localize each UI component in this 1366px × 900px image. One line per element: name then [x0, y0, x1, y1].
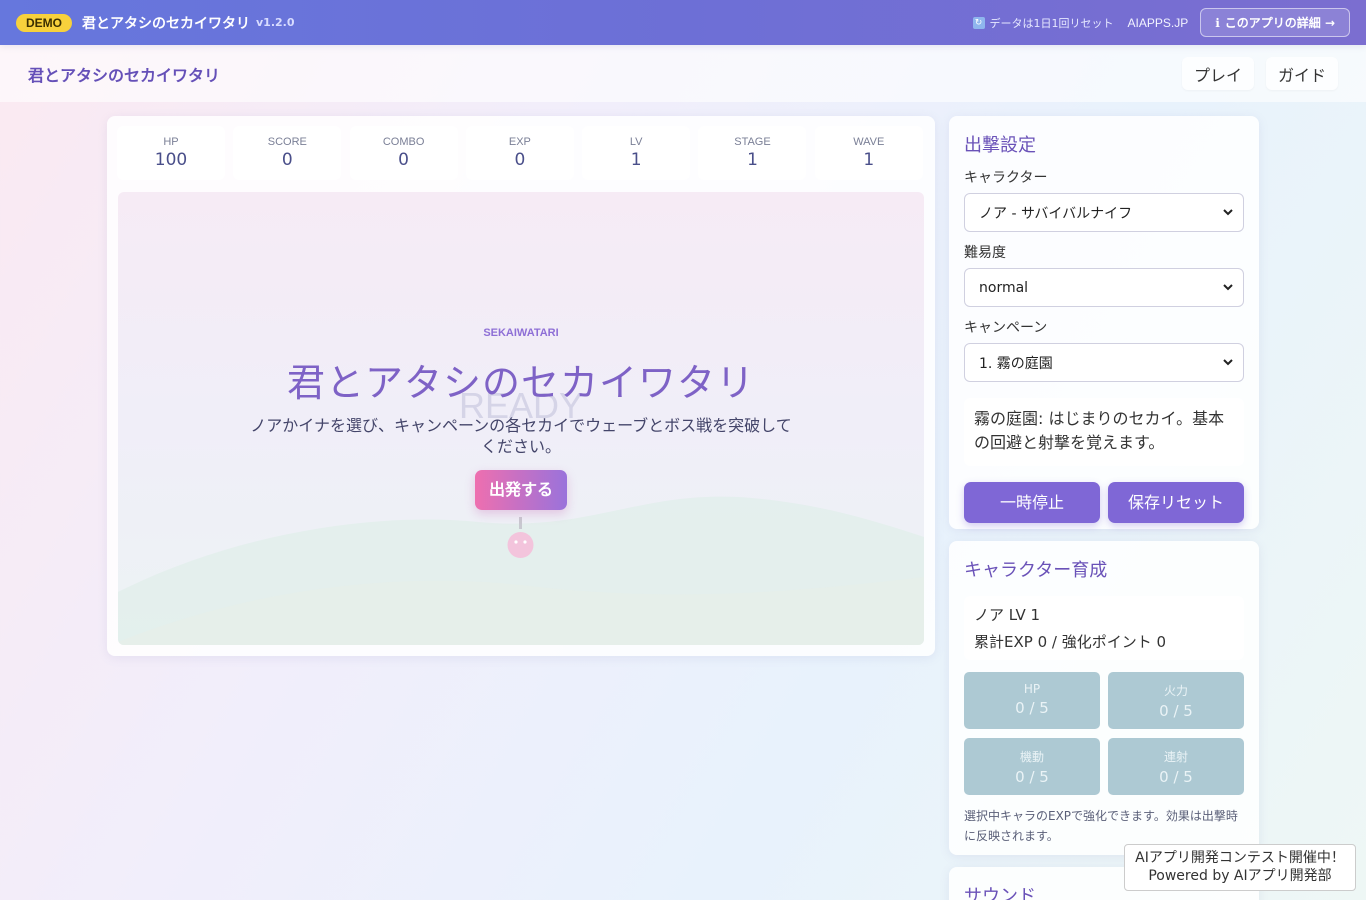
upgrade-rapid-fire-button[interactable]: 連射 0 / 5: [1108, 738, 1244, 795]
stat-lv: LV 1: [582, 126, 691, 180]
app-detail-label: このアプリの詳細 →: [1224, 16, 1335, 30]
upgrade-power-button[interactable]: 火力 0 / 5: [1108, 672, 1244, 729]
upgrade-value: 0 / 5: [1159, 768, 1193, 786]
character-select[interactable]: ノア - サバイバルナイフ: [964, 193, 1244, 232]
campaign-select-value: 1. 霧の庭園: [979, 355, 1053, 372]
stat-label: LV: [629, 136, 643, 148]
page-header: 君とアタシのセカイワタリ プレイ ガイド: [0, 45, 1366, 102]
game-description: ノアかイナを選び、キャンペーンの各セカイでウェーブとボス戦を突破してください。: [250, 416, 792, 456]
character-info: ノア LV 1 累計EXP 0 / 強化ポイント 0: [964, 596, 1244, 660]
exp-points: 累計EXP 0 / 強化ポイント 0: [974, 633, 1167, 651]
stat-value: 1: [630, 150, 642, 170]
stat-label: STAGE: [734, 136, 771, 148]
reset-note: ↻ データは1日1回リセット: [972, 15, 1114, 31]
contest-line-1: AIアプリ開発コンテスト開催中！: [1135, 850, 1345, 866]
upgrade-label: 火力: [1163, 684, 1188, 698]
training-note: 選択中キャラのEXPで強化できます。効果は出撃時に反映されます。: [964, 809, 1238, 843]
app-detail-button[interactable]: ℹ このアプリの詳細 →: [1200, 8, 1350, 37]
character-training-panel: キャラクター育成 ノア LV 1 累計EXP 0 / 強化ポイント 0 HP 0…: [949, 541, 1259, 855]
stat-stage: STAGE 1: [698, 126, 807, 180]
upgrade-hp-button[interactable]: HP 0 / 5: [964, 672, 1100, 729]
site-link[interactable]: AIAPPS.JP: [1128, 16, 1189, 30]
training-title: キャラクター育成: [964, 560, 1108, 581]
upgrade-value: 0 / 5: [1159, 702, 1193, 720]
game-subtitle: SEKAIWATARI: [483, 327, 559, 339]
nav-guide-button[interactable]: ガイド: [1265, 57, 1338, 90]
stats-bar: HP 100 SCORE 0 COMBO 0 EXP 0 LV 1 STAGE …: [117, 126, 931, 180]
stat-score: SCORE 0: [233, 126, 342, 180]
upgrade-value: 0 / 5: [1015, 699, 1049, 717]
chevron-down-icon: [1223, 209, 1233, 216]
top-bar: DEMO 君とアタシのセカイワタリ v1.2.0 ↻ データは1日1回リセット …: [0, 0, 1366, 45]
difficulty-select-value: normal: [979, 279, 1029, 296]
campaign-select[interactable]: 1. 霧の庭園: [964, 343, 1244, 382]
stat-wave: WAVE 1: [814, 126, 923, 180]
upgrade-mobility-button[interactable]: 機動 0 / 5: [964, 738, 1100, 795]
refresh-icon: ↻: [972, 16, 985, 29]
campaign-label: キャンペーン: [964, 320, 1048, 336]
page-title: 君とアタシのセカイワタリ: [28, 65, 221, 85]
stat-value: 1: [747, 150, 758, 170]
player-sprite: [507, 532, 534, 558]
character-level: ノア LV 1: [974, 606, 1041, 624]
stat-value: 0: [398, 150, 409, 170]
player-eye-right: [523, 540, 527, 544]
contest-banner[interactable]: AIアプリ開発コンテスト開催中！ Powered by AIアプリ開発部: [1124, 844, 1356, 891]
game-canvas[interactable]: SEKAIWATARI READY 君とアタシのセカイワタリ ノアかイナを選び、…: [118, 192, 924, 645]
difficulty-label: 難易度: [964, 245, 1006, 261]
game-panel: HP 100 SCORE 0 COMBO 0 EXP 0 LV 1 STAGE …: [107, 116, 935, 656]
game-title: 君とアタシのセカイワタリ: [286, 361, 755, 405]
upgrade-label: 連射: [1163, 750, 1188, 764]
demo-badge: DEMO: [16, 13, 72, 32]
start-button[interactable]: 出発する: [475, 470, 567, 510]
player-eye-left: [514, 540, 518, 544]
stat-label: COMBO: [382, 136, 425, 148]
sortie-settings-panel: 出撃設定 キャラクター ノア - サバイバルナイフ 難易度 normal キャン…: [949, 116, 1259, 529]
info-icon: ℹ: [1215, 15, 1220, 30]
upgrade-label: 機動: [1019, 750, 1044, 764]
stat-value: 0: [281, 150, 293, 170]
contest-line-2: Powered by AIアプリ開発部: [1148, 868, 1332, 884]
character-label: キャラクター: [964, 170, 1048, 186]
app-title: 君とアタシのセカイワタリ: [82, 15, 250, 32]
stat-label: WAVE: [853, 136, 885, 148]
nav-play-button[interactable]: プレイ: [1181, 57, 1254, 90]
difficulty-select[interactable]: normal: [964, 268, 1244, 307]
settings-actions: 一時停止 保存リセット: [964, 482, 1244, 523]
reset-note-text: データは1日1回リセット: [989, 16, 1114, 30]
reset-save-button[interactable]: 保存リセット: [1108, 482, 1244, 523]
stat-label: SCORE: [267, 136, 307, 148]
chevron-down-icon: [1223, 284, 1233, 291]
player-antenna: [519, 517, 522, 529]
stat-label: HP: [163, 136, 179, 148]
top-bar-right: ↻ データは1日1回リセット AIAPPS.JP ℹ このアプリの詳細 →: [972, 8, 1350, 37]
stat-value: 100: [154, 150, 188, 170]
app-version: v1.2.0: [256, 16, 295, 29]
character-select-value: ノア - サバイバルナイフ: [979, 205, 1133, 222]
stat-label: EXP: [508, 136, 531, 148]
upgrade-grid: HP 0 / 5 火力 0 / 5 機動 0 / 5 連射 0 / 5: [964, 672, 1248, 804]
pause-button[interactable]: 一時停止: [964, 482, 1100, 523]
stat-exp: EXP 0: [465, 126, 574, 180]
upgrade-label: HP: [1023, 682, 1041, 696]
upgrade-value: 0 / 5: [1015, 768, 1049, 786]
nav: プレイ ガイド: [1170, 57, 1338, 90]
stat-value: 1: [863, 150, 875, 170]
campaign-info: 霧の庭園: はじまりのセカイ。基本の回避と射撃を覚えます。: [964, 398, 1244, 466]
stat-value: 0: [514, 150, 526, 170]
chevron-down-icon: [1223, 359, 1233, 366]
stat-combo: COMBO 0: [349, 126, 458, 180]
settings-title: 出撃設定: [964, 135, 1036, 156]
stat-hp: HP 100: [117, 126, 225, 180]
